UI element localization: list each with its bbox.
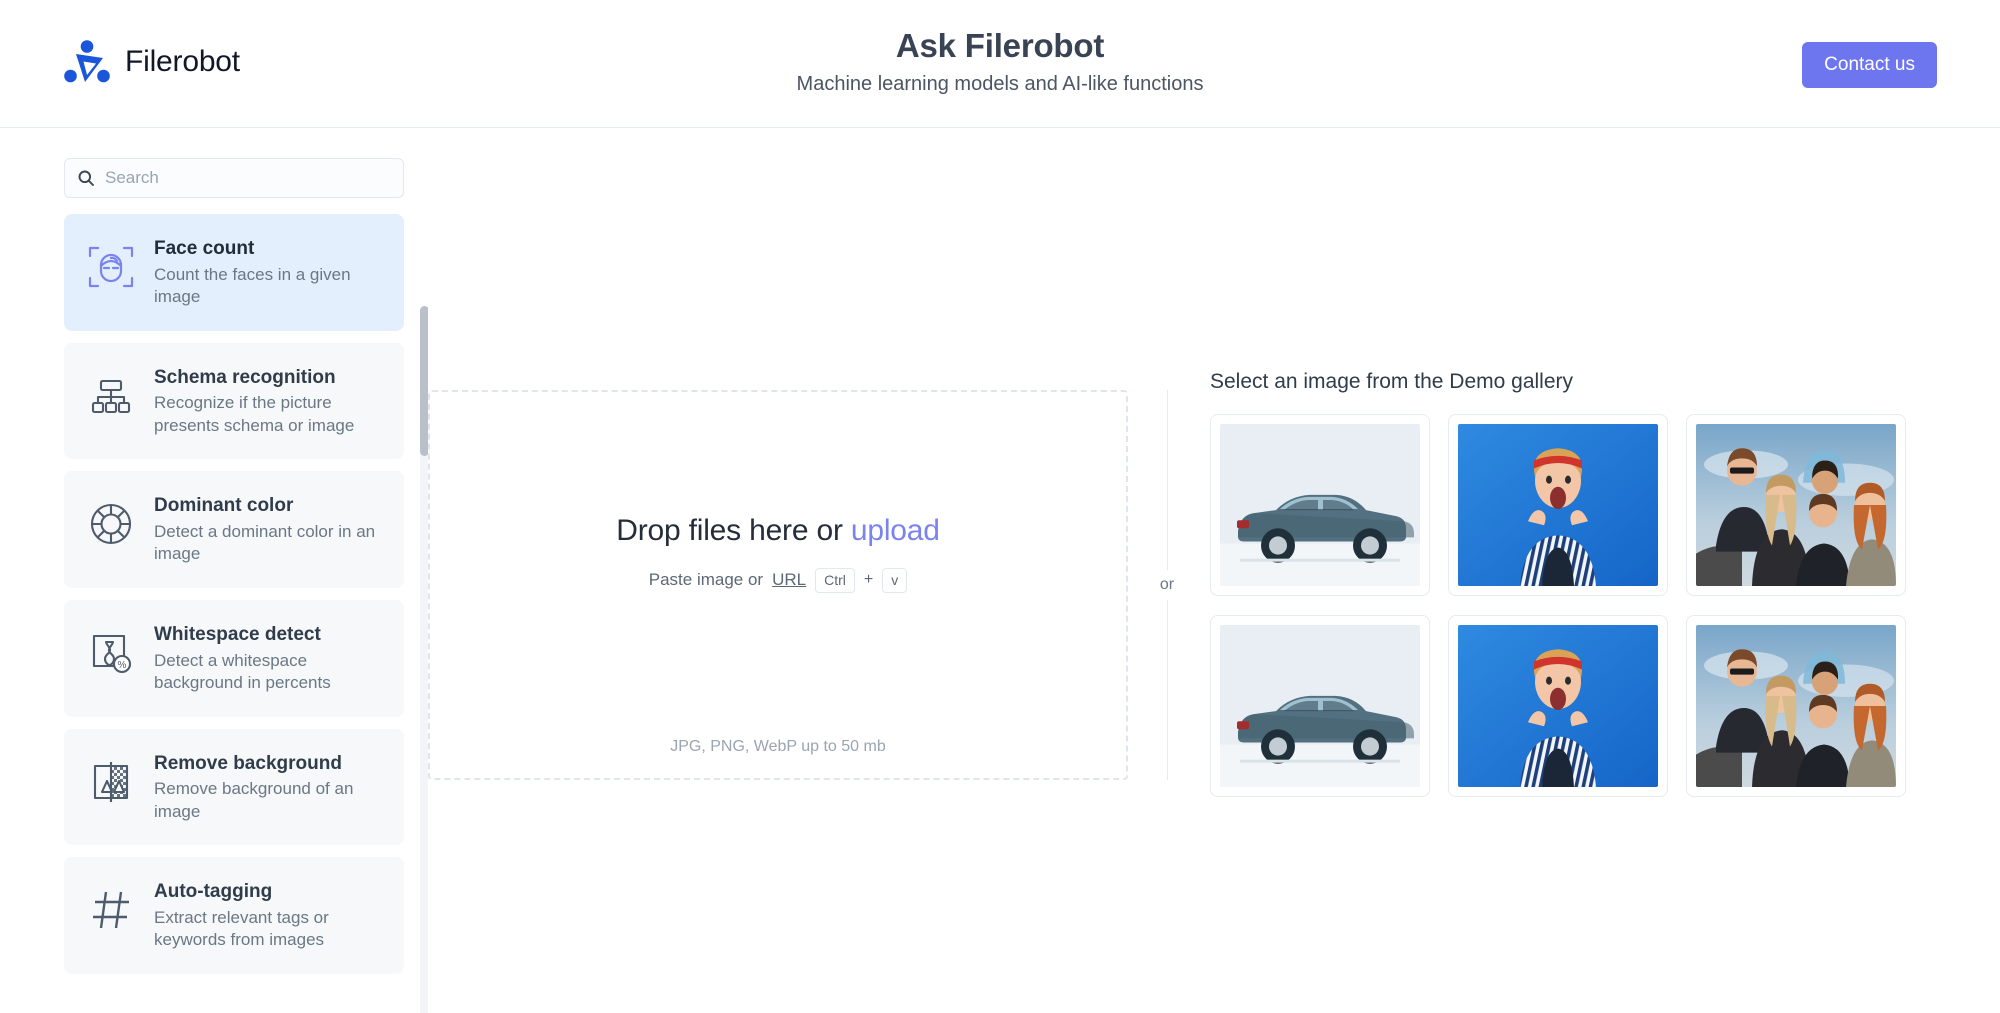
face-count-icon xyxy=(84,240,138,294)
key-v: v xyxy=(882,568,907,593)
sidebar-item-title: Remove background xyxy=(154,752,384,776)
sidebar-item-title: Face count xyxy=(154,237,384,261)
app-header: Filerobot Ask Filerobot Machine learning… xyxy=(0,0,2000,128)
schema-icon xyxy=(84,369,138,423)
page-title: Ask Filerobot xyxy=(0,26,2000,66)
header-titles: Ask Filerobot Machine learning models an… xyxy=(0,26,2000,96)
gallery-item-car[interactable] xyxy=(1210,414,1430,596)
sidebar-item-text: Whitespace detect Detect a whitespace ba… xyxy=(154,622,384,695)
sidebar-item-dominant-color[interactable]: Dominant color Detect a dominant color i… xyxy=(64,471,404,588)
sidebar-item-title: Whitespace detect xyxy=(154,623,384,647)
group-of-friends-image xyxy=(1696,424,1896,586)
key-ctrl: Ctrl xyxy=(815,568,855,593)
sidebar-item-title: Schema recognition xyxy=(154,366,384,390)
sidebar-item-title: Dominant color xyxy=(154,494,384,518)
sidebar-item-schema-recognition[interactable]: Schema recognition Recognize if the pict… xyxy=(64,343,404,460)
brand-name: Filerobot xyxy=(125,45,240,79)
svg-text:%: % xyxy=(118,660,127,671)
sidebar-item-remove-background[interactable]: Remove background Remove background of a… xyxy=(64,729,404,846)
main-content: Drop files here or upload Paste image or… xyxy=(428,128,2000,1013)
dropzone-title: Drop files here or upload xyxy=(430,514,1126,548)
search-input[interactable] xyxy=(105,168,375,188)
sidebar-item-text: Remove background Remove background of a… xyxy=(154,751,384,824)
feature-list: Face count Count the faces in a given im… xyxy=(64,214,428,974)
gallery-item-friends[interactable] xyxy=(1686,615,1906,797)
surprised-child-image xyxy=(1458,625,1658,787)
gallery-item-car[interactable] xyxy=(1210,615,1430,797)
group-of-friends-image xyxy=(1696,625,1896,787)
dropzone-center: Drop files here or upload Paste image or… xyxy=(430,514,1126,593)
search-box[interactable] xyxy=(64,158,404,198)
dropzone-title-prefix: Drop files here or xyxy=(616,514,851,547)
sidebar-item-desc: Detect a dominant color in an image xyxy=(154,521,384,566)
blue-sedan-car-image xyxy=(1220,424,1420,586)
sidebar-item-desc: Recognize if the picture presents schema… xyxy=(154,392,384,437)
gallery-item-child[interactable] xyxy=(1448,615,1668,797)
sidebar-item-text: Face count Count the faces in a given im… xyxy=(154,236,384,309)
file-dropzone[interactable]: Drop files here or upload Paste image or… xyxy=(428,390,1128,780)
or-separator: or xyxy=(1166,390,1168,780)
sidebar-item-title: Auto-tagging xyxy=(154,880,384,904)
gallery-title: Select an image from the Demo gallery xyxy=(1210,370,1906,394)
surprised-child-image xyxy=(1458,424,1658,586)
sidebar-item-text: Dominant color Detect a dominant color i… xyxy=(154,493,384,566)
supported-formats-text: JPG, PNG, WebP up to 50 mb xyxy=(430,738,1126,756)
sidebar-item-whitespace-detect[interactable]: % Whitespace detect Detect a whitespace … xyxy=(64,600,404,717)
page-subtitle: Machine learning models and AI-like func… xyxy=(0,72,2000,96)
whitespace-icon: % xyxy=(84,626,138,680)
color-wheel-icon xyxy=(84,497,138,551)
sidebar-item-face-count[interactable]: Face count Count the faces in a given im… xyxy=(64,214,404,331)
gallery-item-child[interactable] xyxy=(1448,414,1668,596)
upload-row: Drop files here or upload Paste image or… xyxy=(428,390,2000,797)
upload-link[interactable]: upload xyxy=(851,514,940,547)
sidebar-item-desc: Detect a whitespace background in percen… xyxy=(154,650,384,695)
blue-sedan-car-image xyxy=(1220,625,1420,787)
hashtag-icon xyxy=(84,883,138,937)
separator-label: or xyxy=(1152,570,1182,600)
search-icon xyxy=(77,169,95,187)
sidebar-item-desc: Remove background of an image xyxy=(154,778,384,823)
remove-background-icon xyxy=(84,755,138,809)
key-plus: + xyxy=(864,571,873,589)
sidebar-scrollbar-thumb[interactable] xyxy=(420,306,428,456)
paste-hint-text: Paste image or xyxy=(649,570,763,590)
sidebar-item-desc: Extract relevant tags or keywords from i… xyxy=(154,907,384,952)
brand-logo[interactable]: Filerobot xyxy=(63,38,240,86)
demo-gallery: Select an image from the Demo gallery xyxy=(1210,390,1906,797)
contact-us-button[interactable]: Contact us xyxy=(1802,42,1937,88)
paste-url-link[interactable]: URL xyxy=(772,570,806,590)
filerobot-logo-icon xyxy=(63,38,111,86)
sidebar-item-text: Schema recognition Recognize if the pict… xyxy=(154,365,384,438)
sidebar-item-text: Auto-tagging Extract relevant tags or ke… xyxy=(154,879,384,952)
gallery-item-friends[interactable] xyxy=(1686,414,1906,596)
feature-sidebar: Face count Count the faces in a given im… xyxy=(0,128,428,1013)
gallery-grid xyxy=(1210,414,1906,797)
sidebar-item-auto-tagging[interactable]: Auto-tagging Extract relevant tags or ke… xyxy=(64,857,404,974)
paste-hint: Paste image or URL Ctrl + v xyxy=(430,568,1126,593)
sidebar-item-desc: Count the faces in a given image xyxy=(154,264,384,309)
